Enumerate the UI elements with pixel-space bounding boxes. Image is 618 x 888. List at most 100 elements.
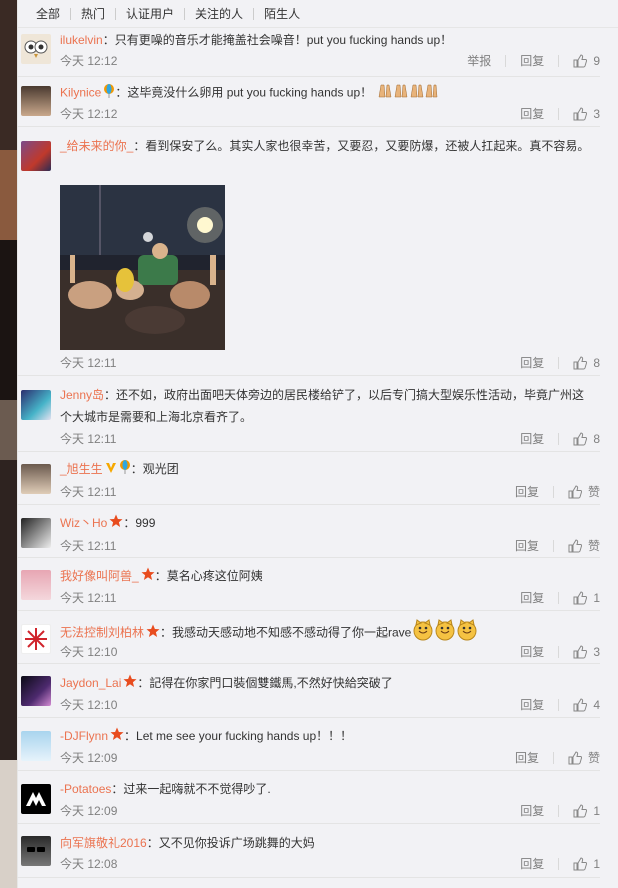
comment-username[interactable]: Jaydon_Lai xyxy=(60,676,121,690)
comment-username[interactable]: Wiz丶Ho xyxy=(60,516,107,530)
red-avatar[interactable] xyxy=(21,624,51,654)
like-button[interactable]: 赞 xyxy=(568,536,600,556)
reply-link[interactable]: 回复 xyxy=(520,642,560,662)
avicii-avatar[interactable] xyxy=(21,784,51,814)
reply-link[interactable]: 回复 xyxy=(520,801,560,821)
reply-link[interactable]: 回复 xyxy=(520,104,560,124)
comment-item: _给未来的你_：看到保安了么。其实人家也很幸苦，又要忍，又要防爆，还被人扛起来。… xyxy=(17,127,600,376)
balloon-badge-icon xyxy=(103,83,115,105)
reply-link[interactable]: 回复 xyxy=(515,748,554,768)
bw-avatar[interactable] xyxy=(21,518,51,548)
like-button[interactable]: 赞 xyxy=(568,482,600,502)
thumbs-up-icon xyxy=(568,485,582,499)
comment-time: 今天 12:11 xyxy=(60,432,117,446)
like-button[interactable]: 1 xyxy=(573,854,600,874)
reply-link[interactable]: 回复 xyxy=(520,588,560,608)
tab-all[interactable]: 全部 xyxy=(36,7,72,20)
like-count: 1 xyxy=(593,857,600,871)
comment-time: 今天 12:12 xyxy=(60,107,118,121)
thumbs-up-icon xyxy=(573,645,588,659)
thumbs-up-icon xyxy=(573,356,588,370)
comment-filter-tabs: 全部 热门 认证用户 关注的人 陌生人 xyxy=(18,0,618,28)
girl-avatar[interactable] xyxy=(21,86,51,116)
like-button[interactable]: 4 xyxy=(573,695,600,715)
comment-username[interactable]: -Potatoes xyxy=(60,782,111,796)
like-count: 9 xyxy=(593,54,600,68)
like-count: 8 xyxy=(593,432,600,446)
like-button[interactable]: 8 xyxy=(573,353,600,373)
tab-verified[interactable]: 认证用户 xyxy=(126,7,186,20)
comment-photo[interactable] xyxy=(60,185,225,350)
comment-item: -Potatoes：过来一起嗨就不不觉得吵了. 今天 12:09 回复 1 xyxy=(17,771,600,824)
comment-time: 今天 12:11 xyxy=(60,356,117,370)
comment-item: Kilynice ：这毕竟没什么卵用 put you fucking hands … xyxy=(17,77,600,127)
comment-username[interactable]: Jenny岛 xyxy=(60,388,104,402)
star-badge-icon xyxy=(110,726,124,748)
sunglasses-avatar[interactable] xyxy=(21,836,51,866)
thumbs-up-icon xyxy=(573,698,588,712)
like-button[interactable]: 8 xyxy=(573,429,600,449)
sky-avatar[interactable] xyxy=(21,731,51,761)
stage-avatar[interactable] xyxy=(21,676,51,706)
comment-text: ：Let me see your fucking hands up！！！ xyxy=(124,729,353,743)
comment-text: ：莫名心疼这位阿姨 xyxy=(154,569,263,583)
like-count: 8 xyxy=(593,356,600,370)
reply-link[interactable]: 回复 xyxy=(515,482,554,502)
comment-item: 我好像叫阿兽_ ：莫名心疼这位阿姨 今天 12:11 回复 1 xyxy=(17,558,600,611)
like-count: 3 xyxy=(593,107,600,121)
comment-text: ：过来一起嗨就不不觉得吵了. xyxy=(111,782,271,796)
star-badge-icon xyxy=(109,513,123,535)
comment-item: Wiz丶Ho ：999 今天 12:11 回复 赞 xyxy=(17,505,600,558)
praying-hands-emoji-icon xyxy=(376,81,438,106)
reply-link[interactable]: 回复 xyxy=(520,695,560,715)
comment-item: Jaydon_Lai ：記得在你家門口裝個雙鐵馬,不然好快給突破了 今天 12:1… xyxy=(17,664,600,718)
comment-username[interactable]: ilukelvin xyxy=(60,33,103,47)
reply-link[interactable]: 回复 xyxy=(520,854,560,874)
thumbs-up-icon xyxy=(568,539,582,553)
like-button[interactable]: 3 xyxy=(573,104,600,124)
tab-following[interactable]: 关注的人 xyxy=(195,7,255,20)
reply-link[interactable]: 回复 xyxy=(515,536,554,556)
tab-strangers[interactable]: 陌生人 xyxy=(264,8,310,20)
comment-text: ：又不见你投诉广场跳舞的大妈 xyxy=(146,836,315,850)
owl-avatar[interactable] xyxy=(21,34,51,64)
comment-username[interactable]: -DJFlynn xyxy=(60,729,108,743)
thumbs-up-icon xyxy=(573,591,588,605)
like-button[interactable]: 1 xyxy=(573,588,600,608)
comment-username[interactable]: _给未来的你_ xyxy=(60,139,133,153)
comment-username[interactable]: 向军旗敬礼2016 xyxy=(60,836,147,850)
like-button[interactable]: 3 xyxy=(573,642,600,662)
comment-time: 今天 12:10 xyxy=(60,698,118,712)
comment-time: 今天 12:11 xyxy=(60,591,117,605)
comment-text: ：还不如，政府出面吧天体旁边的居民楼给铲了，以后专门搞大型娱乐性活动，毕竟广州这… xyxy=(60,388,585,424)
comment-username[interactable]: _旭生生 xyxy=(60,462,103,476)
crowd-avatar[interactable] xyxy=(21,141,51,171)
comment-text: ：这毕竟没什么卵用 put you fucking hands up！ xyxy=(115,85,373,100)
anime-avatar[interactable] xyxy=(21,390,51,420)
comment-username[interactable]: 无法控制刘柏林 xyxy=(60,626,144,640)
comment-item: -DJFlynn ：Let me see your fucking hands u… xyxy=(17,718,600,771)
reply-link[interactable]: 回复 xyxy=(520,51,560,71)
like-button[interactable]: 赞 xyxy=(568,748,600,768)
thumbs-up-icon xyxy=(573,804,588,818)
like-count: 赞 xyxy=(587,539,600,553)
comment-time: 今天 12:09 xyxy=(60,751,118,765)
comment-item: 向军旗敬礼2016：又不见你投诉广场跳舞的大妈 今天 12:08 回复 1 xyxy=(17,824,600,878)
comment-time: 今天 12:11 xyxy=(60,485,117,499)
like-button[interactable]: 1 xyxy=(573,801,600,821)
comment-item: _旭生生 ：观光团 今天 12:11 回复 赞 xyxy=(17,452,600,505)
boy-avatar[interactable] xyxy=(21,464,51,494)
comment-username[interactable]: Kilynice xyxy=(60,86,101,100)
tab-hot[interactable]: 热门 xyxy=(81,7,117,20)
pink-avatar[interactable] xyxy=(21,570,51,600)
comment-text: ：999 xyxy=(123,516,156,530)
reply-link[interactable]: 回复 xyxy=(520,353,560,373)
comment-username[interactable]: 我好像叫阿兽_ xyxy=(60,569,139,583)
comment-time: 今天 12:08 xyxy=(60,857,118,871)
like-count: 4 xyxy=(593,698,600,712)
comment-item: ilukelvin：只有更噪的音乐才能掩盖社会噪音！put you fuckin… xyxy=(17,28,600,77)
like-count: 赞 xyxy=(587,485,600,499)
report-link[interactable]: 举报 xyxy=(467,51,507,71)
like-button[interactable]: 9 xyxy=(573,51,600,71)
reply-link[interactable]: 回复 xyxy=(520,429,560,449)
